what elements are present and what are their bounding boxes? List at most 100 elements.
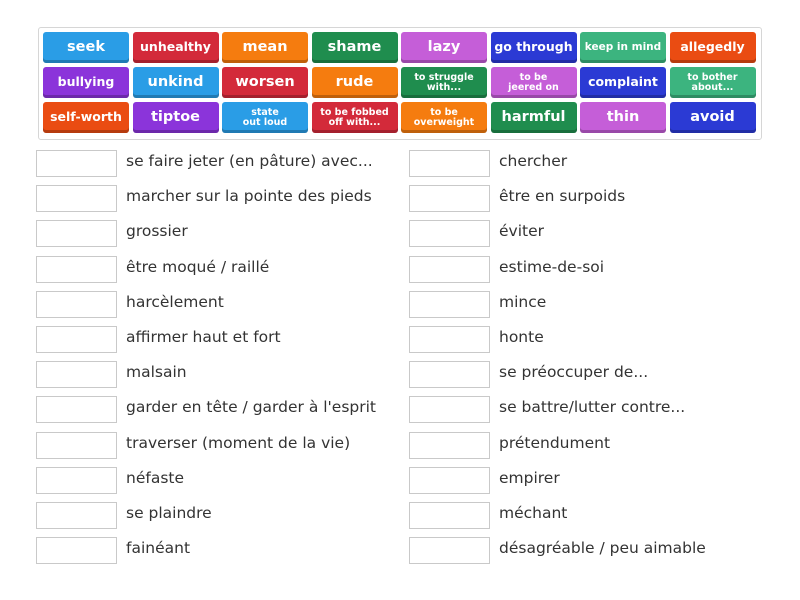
prompt-text: désagréable / peu aimable (499, 539, 706, 558)
word-tile[interactable]: unkind (132, 67, 219, 98)
prompt-text: se faire jeter (en pâture) avec... (126, 152, 373, 170)
prompt-text: méchant (499, 504, 568, 522)
drop-slot[interactable] (409, 326, 490, 353)
prompt-text: traverser (moment de la vie) (126, 433, 351, 452)
prompt-text: fainéant (126, 539, 191, 558)
tile-label: tiptoe (150, 109, 200, 126)
drop-slot[interactable] (36, 220, 117, 248)
tile-label: seek (67, 39, 105, 56)
word-tile[interactable]: to struggle with... (401, 67, 487, 98)
word-tile[interactable]: to be overweight (401, 102, 487, 133)
tile-label: worsen (235, 74, 295, 91)
word-tile[interactable]: mean (222, 32, 308, 63)
word-tile[interactable]: harmful (490, 102, 577, 133)
tile-label-line: about... (691, 81, 734, 93)
tile-label-line: out loud (242, 116, 288, 128)
prompt-text: mince (499, 292, 547, 311)
drop-slot[interactable] (36, 396, 117, 424)
tile-label: self-worth (50, 109, 122, 125)
word-tile[interactable]: to be fobbed off with... (311, 102, 398, 133)
prompt-text: se battre/lutter contre... (499, 398, 686, 417)
word-tile[interactable]: thin (580, 102, 666, 133)
drop-slot[interactable] (36, 537, 117, 565)
word-tile[interactable]: to be jeered on (490, 67, 577, 98)
tile-label: complaint (588, 74, 658, 90)
drop-slot[interactable] (36, 290, 117, 318)
word-tile[interactable]: self-worth (43, 102, 129, 133)
word-tile[interactable]: bullying (43, 67, 129, 98)
tile-label: keep in mind (584, 41, 662, 54)
tile-label: go through (494, 39, 573, 55)
drop-slot[interactable] (409, 185, 490, 213)
drop-slot[interactable] (409, 361, 490, 389)
tile-label: unkind (147, 74, 204, 91)
tile-label: bullying (57, 74, 115, 90)
drop-slot[interactable] (409, 220, 490, 248)
prompt-text: se préoccuper de... (499, 363, 649, 382)
tile-label: mean (242, 39, 288, 56)
drop-slot[interactable] (36, 431, 117, 459)
tile-label-line: jeered on (508, 81, 559, 93)
prompt-text: harcèlement (126, 292, 224, 311)
word-tile[interactable]: allegedly (669, 32, 756, 63)
word-tile[interactable]: avoid (669, 102, 756, 133)
prompt-text: estime-de-soi (499, 257, 605, 276)
prompt-text: chercher (499, 152, 568, 170)
prompt-text: garder en tête / garder à l'esprit (126, 398, 377, 417)
drop-slot[interactable] (409, 466, 490, 494)
prompt-text: empirer (499, 468, 560, 487)
prompt-text: être moqué / raillé (126, 257, 270, 276)
tile-label-line: to be (519, 71, 548, 83)
drop-slot[interactable] (409, 502, 490, 529)
prompt-text: se plaindre (126, 504, 212, 522)
drop-slot[interactable] (409, 431, 490, 459)
tile-label-line: state (251, 106, 279, 118)
prompt-text: marcher sur la pointe des pieds (126, 187, 372, 206)
drop-slot[interactable] (36, 502, 117, 529)
prompt-text: honte (499, 328, 544, 346)
prompt-text: être en surpoids (499, 187, 626, 206)
drop-slot[interactable] (36, 255, 117, 283)
word-tile[interactable]: rude (311, 67, 398, 98)
drop-slot[interactable] (409, 290, 490, 318)
tile-label-line: with... (426, 81, 462, 93)
tile-label: lazy (427, 39, 461, 56)
prompt-text: malsain (126, 363, 187, 382)
word-tile[interactable]: unhealthy (132, 32, 219, 63)
prompt-text: éviter (499, 222, 545, 241)
word-tile[interactable]: shame (311, 32, 398, 63)
drop-slot[interactable] (36, 150, 117, 177)
drop-slot[interactable] (409, 150, 490, 177)
tile-label-line: to struggle (414, 71, 474, 83)
prompt-text: grossier (126, 222, 188, 241)
word-tile[interactable]: complaint (580, 67, 666, 98)
word-tile[interactable]: go through (490, 32, 577, 63)
tile-label-line: to be fobbed (320, 106, 389, 118)
drop-slot[interactable] (36, 361, 117, 389)
tile-label: allegedly (680, 39, 745, 55)
word-tile[interactable]: to bother about... (669, 67, 756, 98)
drop-slot[interactable] (409, 537, 490, 565)
word-bank: seek unhealthy mean shame lazy go through keep… (38, 27, 762, 140)
word-tile[interactable]: keep in mind (580, 32, 666, 63)
tile-label: shame (327, 39, 382, 56)
drop-slot[interactable] (36, 466, 117, 494)
prompt-text: prétendument (499, 433, 611, 452)
tile-label: rude (335, 74, 374, 91)
word-tile[interactable]: seek (43, 32, 129, 63)
word-tile[interactable]: state out loud (222, 102, 308, 133)
tile-label: thin (606, 109, 640, 126)
prompt-text: néfaste (126, 468, 185, 487)
tile-label: unhealthy (140, 39, 211, 55)
drop-slot[interactable] (36, 185, 117, 213)
drop-slot[interactable] (409, 396, 490, 424)
word-tile[interactable]: lazy (401, 32, 487, 63)
word-tile[interactable]: worsen (222, 67, 308, 98)
word-tile[interactable]: tiptoe (132, 102, 219, 133)
tile-label: avoid (690, 109, 735, 126)
drop-slot[interactable] (36, 326, 117, 353)
tile-label-line: to bother (687, 71, 738, 83)
drop-slot[interactable] (409, 255, 490, 283)
prompt-text: affirmer haut et fort (126, 328, 281, 346)
tile-label-line: overweight (413, 116, 475, 128)
